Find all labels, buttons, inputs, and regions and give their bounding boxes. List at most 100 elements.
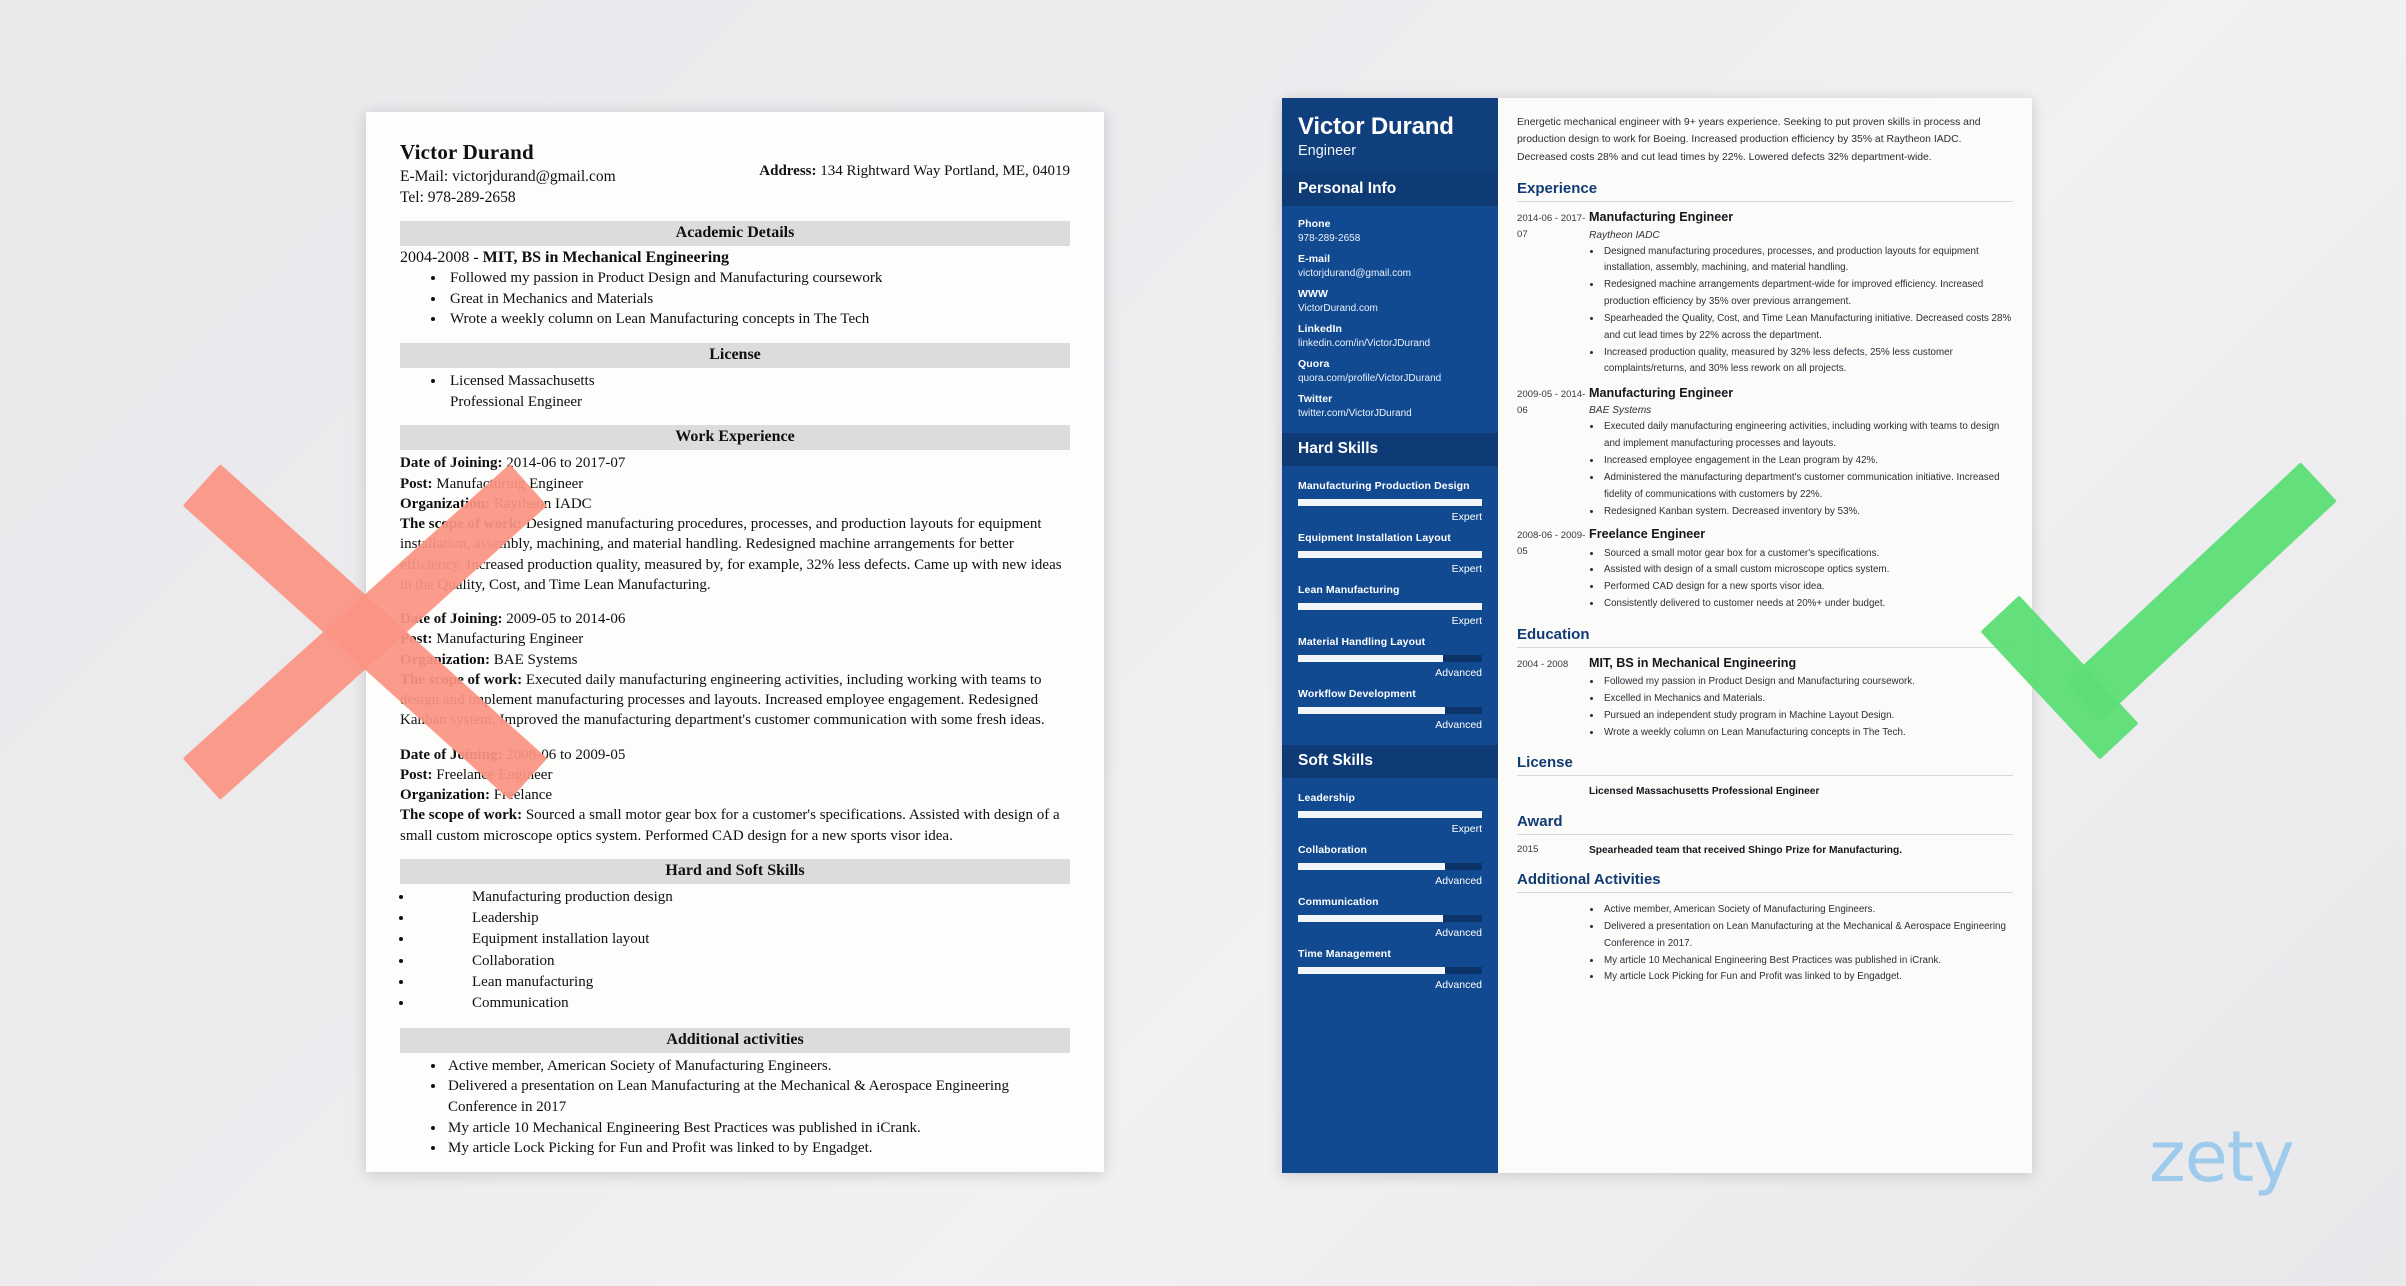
skill-item: Equipment Installation Layout Expert [1298, 532, 1482, 575]
bad-work-post-value: Manufacturing Engineer [432, 631, 584, 648]
contact-value-email: victorjdurand@gmail.com [1298, 268, 1411, 280]
good-resume-sidebar: Victor Durand Engineer Personal Info Pho… [1282, 98, 1498, 1173]
bad-work-entry: Date of Joining: 2008-06 to 2009-05 Post… [400, 745, 1070, 846]
bad-academic-degree-line: 2004-2008 - MIT, BS in Mechanical Engine… [400, 249, 1070, 267]
list-item: My article Lock Picking for Fun and Prof… [446, 1138, 1070, 1159]
bad-work-post-label: Post: [400, 766, 433, 783]
skill-level: Advanced [1435, 979, 1482, 992]
bad-skill-label: Collaboration [472, 952, 555, 969]
bad-work-scope-label: The scope of work: [400, 807, 523, 824]
list-item: Consistently delivered to customer needs… [1602, 596, 2013, 613]
additional-entry: Active member, American Society of Manuf… [1517, 899, 2013, 986]
skill-label: Equipment Installation Layout [1298, 532, 1451, 545]
skill-item: Collaboration Advanced [1298, 844, 1482, 887]
bad-work-org-label: Organization: [400, 495, 490, 512]
skill-label: Workflow Development [1298, 688, 1416, 701]
skill-item: Material Handling Layout Advanced [1298, 636, 1482, 679]
skill-item: Leadership Expert [1298, 792, 1482, 835]
list-item: Designed manufacturing procedures, proce… [1602, 244, 2013, 278]
bad-resume-header: Victor Durand E-Mail: victorjdurand@gmai… [400, 140, 1070, 208]
contact-value-www: VictorDurand.com [1298, 303, 1378, 315]
skill-level: Advanced [1435, 719, 1482, 732]
contact-value-twitter: twitter.com/VictorJDurand [1298, 408, 1412, 420]
list-item: Excelled in Mechanics and Materials. [1602, 691, 2013, 708]
education-date: 2004 - 2008 [1517, 658, 1569, 670]
list-item: Leadership [414, 908, 1070, 929]
experience-entry: 2009-05 - 2014-06 Manufacturing Engineer… [1517, 386, 2013, 520]
list-item: My article Lock Picking for Fun and Prof… [1602, 969, 2013, 986]
bad-work-post-label: Post: [400, 631, 433, 648]
list-item: Spearheaded the Quality, Cost, and Time … [1602, 311, 2013, 345]
bad-work-entry: Date of Joining: 2009-05 to 2014-06 Post… [400, 609, 1070, 731]
bad-work-date-value: 2009-05 to 2014-06 [502, 611, 626, 628]
list-item: Increased employee engagement in the Lea… [1602, 453, 2013, 470]
skill-progress-bar [1298, 967, 1482, 975]
contact-value-quora: quora.com/profile/VictorJDurand [1298, 373, 1442, 385]
bad-work-org-value: BAE Systems [490, 651, 578, 668]
skill-progress-bar [1298, 707, 1482, 715]
zety-logo: zety [2149, 1116, 2295, 1198]
contact-label-twitter: Twitter [1298, 393, 1333, 406]
comparison-stage: Victor Durand E-Mail: victorjdurand@gmai… [0, 0, 2406, 1286]
bad-skills-list: Manufacturing production design Leadersh… [400, 887, 1070, 1015]
skill-label: Communication [1298, 896, 1379, 909]
contact-value-linkedin: linkedin.com/in/VictorJDurand [1298, 338, 1431, 350]
list-item: Sourced a small motor gear box for a cus… [1602, 546, 2013, 563]
award-date: 2015 [1517, 843, 1539, 855]
sidebar-section-soft-skills: Soft Skills [1282, 745, 1498, 779]
list-item: My article 10 Mechanical Engineering Bes… [446, 1118, 1070, 1139]
list-item: Active member, American Society of Manuf… [446, 1056, 1070, 1077]
experience-date: 2009-05 - 2014-06 [1517, 389, 1586, 417]
good-section-additional-heading: Additional Activities [1517, 871, 2013, 893]
list-item: Licensed Massachusetts Professional Engi… [446, 371, 650, 412]
sidebar-section-personal-info: Personal Info [1282, 173, 1498, 207]
experience-title: Manufacturing Engineer [1589, 210, 1734, 225]
list-item: Redesigned Kanban system. Decreased inve… [1602, 504, 2013, 521]
list-item: Delivered a presentation on Lean Manufac… [1602, 919, 2013, 953]
good-resume-sidebar-header: Victor Durand Engineer [1282, 98, 1498, 174]
license-entry: Licensed Massachusetts Professional Engi… [1517, 782, 2013, 799]
bad-work-org-value: Raytheon IADC [490, 495, 592, 512]
good-resume-document: Victor Durand Engineer Personal Info Pho… [1282, 98, 2032, 1173]
contact-label-email: E-mail [1298, 253, 1331, 266]
bad-resume-address-label: Address: [759, 163, 817, 179]
bad-activities-list: Active member, American Society of Manuf… [400, 1056, 1070, 1159]
experience-date: 2008-06 - 2009-05 [1517, 530, 1586, 558]
skill-label: Leadership [1298, 792, 1356, 805]
bad-section-work-heading: Work Experience [400, 425, 1070, 451]
bad-work-date-label: Date of Joining: [400, 455, 503, 472]
skill-progress-bar [1298, 863, 1482, 871]
experience-title: Freelance Engineer [1589, 527, 1706, 542]
list-item: Wrote a weekly column on Lean Manufactur… [1602, 725, 2013, 742]
skill-progress-bar [1298, 603, 1482, 611]
good-resume-summary: Energetic mechanical engineer with 9+ ye… [1517, 117, 1981, 163]
skill-progress-bar [1298, 811, 1482, 819]
bad-work-date-value: 2014-06 to 2017-07 [502, 455, 626, 472]
list-item: Pursued an independent study program in … [1602, 708, 2013, 725]
bad-academic-years: 2004-2008 - [400, 248, 483, 266]
list-item: Executed daily manufacturing engineering… [1602, 419, 2013, 453]
experience-org: Raytheon IADC [1589, 229, 1660, 241]
good-section-award-heading: Award [1517, 813, 2013, 835]
list-item: Assisted with design of a small custom m… [1602, 562, 2013, 579]
skill-item: Lean Manufacturing Expert [1298, 584, 1482, 627]
skill-level: Expert [1451, 511, 1482, 524]
bad-resume-document: Victor Durand E-Mail: victorjdurand@gmai… [366, 112, 1104, 1172]
license-date [1517, 782, 1589, 799]
experience-bullets: Sourced a small motor gear box for a cus… [1589, 546, 2013, 613]
good-section-education-heading: Education [1517, 626, 2013, 648]
skill-level: Expert [1451, 823, 1482, 836]
bad-section-activities-heading: Additional activities [400, 1027, 1070, 1053]
bad-skill-label: Equipment installation layout [472, 931, 650, 948]
good-resume-name: Victor Durand [1298, 113, 1454, 140]
list-item: Manufacturing production design [414, 887, 1070, 908]
award-entry: 2015 Spearheaded team that received Shin… [1517, 841, 2013, 858]
skill-level: Expert [1451, 563, 1482, 576]
list-item: Collaboration [414, 951, 1070, 972]
list-item: Followed my passion in Product Design an… [1602, 674, 2013, 691]
education-bullets: Followed my passion in Product Design an… [1589, 674, 2013, 741]
skill-level: Advanced [1435, 667, 1482, 680]
additional-bullets: Active member, American Society of Manuf… [1589, 902, 2013, 986]
experience-entry: 2008-06 - 2009-05 Freelance Engineer Sou… [1517, 527, 2013, 612]
sidebar-soft-skills: Leadership Expert Collaboration Advanced… [1282, 778, 1498, 1005]
